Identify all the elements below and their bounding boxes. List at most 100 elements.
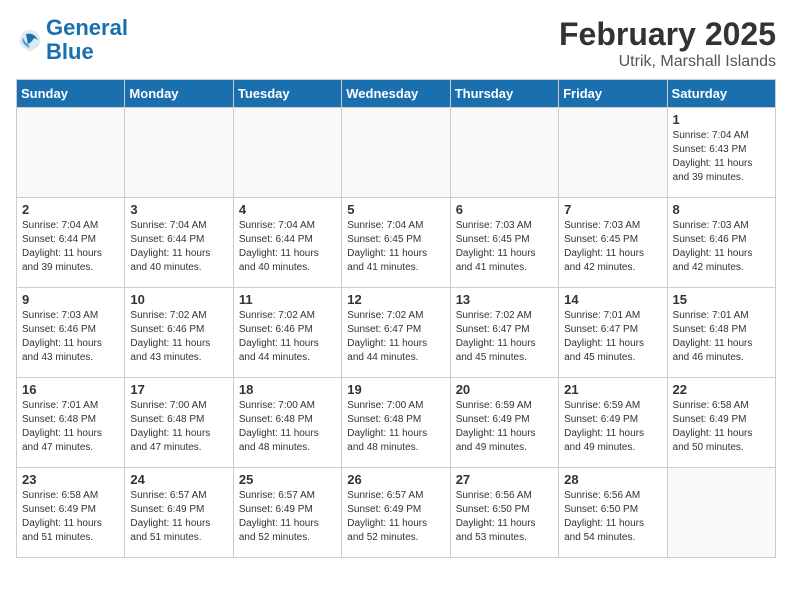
calendar-table: SundayMondayTuesdayWednesdayThursdayFrid…	[16, 79, 776, 558]
day-number: 27	[456, 472, 553, 487]
calendar-cell: 6Sunrise: 7:03 AM Sunset: 6:45 PM Daylig…	[450, 198, 558, 288]
day-info: Sunrise: 7:02 AM Sunset: 6:47 PM Dayligh…	[456, 309, 553, 365]
weekday-header: Thursday	[450, 80, 558, 108]
title-block: February 2025 Utrik, Marshall Islands	[559, 16, 776, 71]
calendar-cell: 9 Sunrise: 7:03 AM Sunset: 6:46 PM Daylig…	[17, 288, 125, 378]
day-info: Sunrise: 7:00 AM Sunset: 6:48 PM Dayligh…	[239, 399, 336, 455]
calendar-cell: 12 Sunrise: 7:02 AM Sunset: 6:47 PM Dayli…	[342, 288, 450, 378]
day-info: Sunrise: 7:02 AM Sunset: 6:46 PM Dayligh…	[130, 309, 227, 365]
day-number: 1	[673, 112, 770, 127]
calendar-cell: 26Sunrise: 6:57 AM Sunset: 6:49 PM Dayli…	[342, 468, 450, 558]
day-info: Sunrise: 7:01 AM Sunset: 6:48 PM Dayligh…	[673, 309, 770, 365]
day-number: 19	[347, 382, 444, 397]
day-info: Sunrise: 6:56 AM Sunset: 6:50 PM Dayligh…	[456, 489, 553, 545]
day-info: Sunrise: 6:59 AM Sunset: 6:49 PM Dayligh…	[456, 399, 553, 455]
calendar-week-row: 9 Sunrise: 7:03 AM Sunset: 6:46 PM Daylig…	[17, 288, 776, 378]
calendar-cell: 23Sunrise: 6:58 AM Sunset: 6:49 PM Dayli…	[17, 468, 125, 558]
location-title: Utrik, Marshall Islands	[559, 53, 776, 71]
weekday-header: Saturday	[667, 80, 775, 108]
calendar-cell: 2Sunrise: 7:04 AM Sunset: 6:44 PM Daylig…	[17, 198, 125, 288]
day-info: Sunrise: 7:03 AM Sunset: 6:46 PM Dayligh…	[22, 309, 119, 365]
calendar-cell: 17Sunrise: 7:00 AM Sunset: 6:48 PM Dayli…	[125, 378, 233, 468]
logo: General Blue	[16, 16, 128, 64]
day-info: Sunrise: 6:58 AM Sunset: 6:49 PM Dayligh…	[22, 489, 119, 545]
month-title: February 2025	[559, 16, 776, 53]
day-info: Sunrise: 7:04 AM Sunset: 6:43 PM Dayligh…	[673, 129, 770, 185]
day-info: Sunrise: 7:00 AM Sunset: 6:48 PM Dayligh…	[347, 399, 444, 455]
weekday-header: Monday	[125, 80, 233, 108]
day-number: 21	[564, 382, 661, 397]
day-info: Sunrise: 6:56 AM Sunset: 6:50 PM Dayligh…	[564, 489, 661, 545]
calendar-cell: 25 Sunrise: 6:57 AM Sunset: 6:49 PM Dayli…	[233, 468, 341, 558]
calendar-week-row: 2 Sunrise: 7:04 AM Sunset: 6:44 PM Daylig…	[17, 198, 776, 288]
day-number: 10	[130, 292, 227, 307]
day-number: 18	[239, 382, 336, 397]
calendar-cell	[125, 108, 233, 198]
calendar-week-row: 23Sunrise: 6:58 AM Sunset: 6:49 PM Dayli…	[17, 468, 776, 558]
day-number: 20	[456, 382, 553, 397]
day-info: Sunrise: 7:03 AM Sunset: 6:45 PM Dayligh…	[564, 219, 661, 275]
calendar-cell	[559, 108, 667, 198]
calendar-cell: 19 Sunrise: 7:00 AM Sunset: 6:48 PM Dayli…	[342, 378, 450, 468]
day-info: Sunrise: 7:03 AM Sunset: 6:45 PM Dayligh…	[456, 219, 553, 275]
calendar-cell: 4 Sunrise: 7:04 AM Sunset: 6:44 PM Daylig…	[233, 198, 341, 288]
day-number: 5	[347, 202, 444, 217]
day-number: 8	[673, 202, 770, 217]
calendar-cell: 24Sunrise: 6:57 AM Sunset: 6:49 PM Dayli…	[125, 468, 233, 558]
day-info: Sunrise: 7:02 AM Sunset: 6:46 PM Dayligh…	[239, 309, 336, 365]
calendar-cell: 18 Sunrise: 7:00 AM Sunset: 6:48 PM Dayli…	[233, 378, 341, 468]
calendar-cell	[667, 468, 775, 558]
calendar-cell: 10 Sunrise: 7:02 AM Sunset: 6:46 PM Dayli…	[125, 288, 233, 378]
day-info: Sunrise: 6:57 AM Sunset: 6:49 PM Dayligh…	[239, 489, 336, 545]
calendar-week-row: 16 Sunrise: 7:01 AM Sunset: 6:48 PM Dayli…	[17, 378, 776, 468]
day-number: 2	[22, 202, 119, 217]
calendar-cell: 27 Sunrise: 6:56 AM Sunset: 6:50 PM Dayli…	[450, 468, 558, 558]
day-number: 26	[347, 472, 444, 487]
calendar-cell: 8 Sunrise: 7:03 AM Sunset: 6:46 PM Daylig…	[667, 198, 775, 288]
calendar-cell: 16 Sunrise: 7:01 AM Sunset: 6:48 PM Dayli…	[17, 378, 125, 468]
day-info: Sunrise: 7:02 AM Sunset: 6:47 PM Dayligh…	[347, 309, 444, 365]
day-number: 13	[456, 292, 553, 307]
day-info: Sunrise: 7:00 AM Sunset: 6:48 PM Dayligh…	[130, 399, 227, 455]
calendar-cell: 22 Sunrise: 6:58 AM Sunset: 6:49 PM Dayli…	[667, 378, 775, 468]
day-number: 25	[239, 472, 336, 487]
calendar-cell: 14 Sunrise: 7:01 AM Sunset: 6:47 PM Dayli…	[559, 288, 667, 378]
calendar-cell	[17, 108, 125, 198]
logo-icon	[16, 26, 44, 54]
weekday-header: Friday	[559, 80, 667, 108]
day-number: 4	[239, 202, 336, 217]
calendar-cell: 1 Sunrise: 7:04 AM Sunset: 6:43 PM Daylig…	[667, 108, 775, 198]
calendar-cell	[342, 108, 450, 198]
calendar-cell	[233, 108, 341, 198]
calendar-cell: 3Sunrise: 7:04 AM Sunset: 6:44 PM Daylig…	[125, 198, 233, 288]
day-info: Sunrise: 7:03 AM Sunset: 6:46 PM Dayligh…	[673, 219, 770, 275]
day-info: Sunrise: 7:04 AM Sunset: 6:45 PM Dayligh…	[347, 219, 444, 275]
day-number: 12	[347, 292, 444, 307]
day-info: Sunrise: 6:59 AM Sunset: 6:49 PM Dayligh…	[564, 399, 661, 455]
day-info: Sunrise: 7:01 AM Sunset: 6:47 PM Dayligh…	[564, 309, 661, 365]
weekday-header: Wednesday	[342, 80, 450, 108]
day-info: Sunrise: 7:01 AM Sunset: 6:48 PM Dayligh…	[22, 399, 119, 455]
day-number: 9	[22, 292, 119, 307]
calendar-cell: 7Sunrise: 7:03 AM Sunset: 6:45 PM Daylig…	[559, 198, 667, 288]
day-info: Sunrise: 7:04 AM Sunset: 6:44 PM Dayligh…	[239, 219, 336, 275]
day-number: 3	[130, 202, 227, 217]
calendar-cell: 21 Sunrise: 6:59 AM Sunset: 6:49 PM Dayli…	[559, 378, 667, 468]
day-number: 11	[239, 292, 336, 307]
day-number: 16	[22, 382, 119, 397]
day-info: Sunrise: 6:58 AM Sunset: 6:49 PM Dayligh…	[673, 399, 770, 455]
calendar-cell: 5 Sunrise: 7:04 AM Sunset: 6:45 PM Daylig…	[342, 198, 450, 288]
day-number: 22	[673, 382, 770, 397]
day-number: 24	[130, 472, 227, 487]
weekday-header: Tuesday	[233, 80, 341, 108]
logo-text: General Blue	[46, 16, 128, 64]
calendar-cell: 11 Sunrise: 7:02 AM Sunset: 6:46 PM Dayli…	[233, 288, 341, 378]
day-number: 15	[673, 292, 770, 307]
day-number: 14	[564, 292, 661, 307]
calendar-cell: 28Sunrise: 6:56 AM Sunset: 6:50 PM Dayli…	[559, 468, 667, 558]
calendar-cell: 20 Sunrise: 6:59 AM Sunset: 6:49 PM Dayli…	[450, 378, 558, 468]
calendar-week-row: 1 Sunrise: 7:04 AM Sunset: 6:43 PM Daylig…	[17, 108, 776, 198]
page-header: General Blue February 2025 Utrik, Marsha…	[16, 16, 776, 71]
calendar-cell: 13 Sunrise: 7:02 AM Sunset: 6:47 PM Dayli…	[450, 288, 558, 378]
calendar-cell	[450, 108, 558, 198]
